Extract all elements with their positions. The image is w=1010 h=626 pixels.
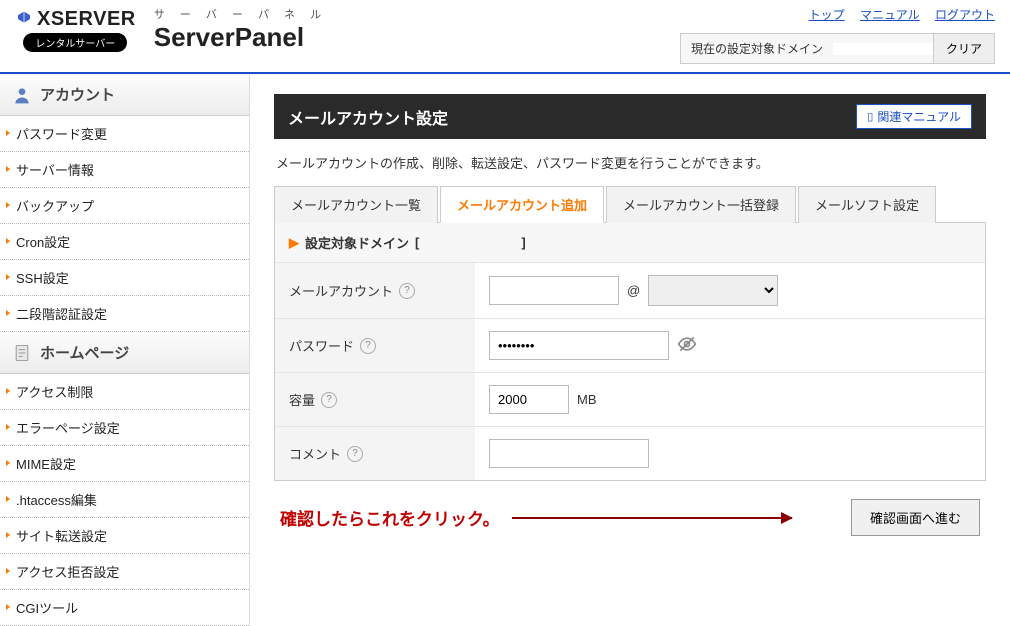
target-domain-row: ▶ 設定対象ドメイン [ ] — [275, 223, 985, 263]
clear-button[interactable]: クリア — [933, 34, 994, 63]
person-icon — [12, 85, 32, 105]
capacity-label: 容量 — [289, 390, 315, 409]
top-link-logout[interactable]: ログアウト — [935, 8, 995, 22]
sidebar-item-2fa[interactable]: 二段階認証設定 — [0, 296, 249, 331]
capacity-unit: MB — [577, 392, 597, 407]
domain-value — [833, 43, 933, 55]
panel-name: ServerPanel — [154, 22, 327, 53]
help-icon[interactable]: ? — [347, 446, 363, 462]
top-link-manual[interactable]: マニュアル — [860, 8, 920, 22]
manual-btn-label: 関連マニュアル — [877, 108, 961, 125]
target-domain-label: 設定対象ドメイン — [305, 233, 409, 252]
eye-off-icon[interactable] — [677, 334, 697, 357]
capacity-input[interactable] — [489, 385, 569, 414]
rental-badge: レンタルサーバー — [23, 33, 127, 52]
sidebar-item-access[interactable]: アクセス制限 — [0, 374, 249, 409]
help-icon[interactable]: ? — [321, 392, 337, 408]
at-symbol: @ — [627, 283, 640, 298]
comment-label: コメント — [289, 444, 341, 463]
xserver-logo: XSERVER レンタルサーバー — [15, 8, 136, 52]
top-links: トップ マニュアル ログアウト — [797, 6, 995, 23]
tab-account-list[interactable]: メールアカウント一覧 — [274, 186, 438, 223]
sidebar-item-backup[interactable]: バックアップ — [0, 188, 249, 223]
sidebar-item-errorpage[interactable]: エラーページ設定 — [0, 410, 249, 445]
comment-input[interactable] — [489, 439, 649, 468]
sidebar-item-cgi[interactable]: CGIツール — [0, 590, 249, 625]
document-icon — [12, 343, 32, 363]
page-description: メールアカウントの作成、削除、転送設定、パスワード変更を行うことができます。 — [276, 153, 984, 172]
arrow-icon — [512, 517, 792, 519]
target-domain-close-bracket: ] — [521, 235, 525, 250]
sidebar-item-redirect[interactable]: サイト転送設定 — [0, 518, 249, 553]
server-panel-title: サ ー バ ー パ ネ ル ServerPanel — [154, 6, 327, 53]
domain-select[interactable] — [648, 275, 778, 306]
tab-mailsoft[interactable]: メールソフト設定 — [798, 186, 936, 223]
page-title: メールアカウント設定 — [288, 105, 448, 129]
sidebar-title-account: アカウント — [40, 84, 115, 105]
sidebar-title-homepage: ホームページ — [40, 342, 129, 363]
mail-account-label: メールアカウント — [289, 281, 393, 300]
panel-kana: サ ー バ ー パ ネ ル — [154, 6, 327, 22]
password-input[interactable] — [489, 331, 669, 360]
square-icon: ▶ — [289, 235, 299, 251]
current-domain-bar: 現在の設定対象ドメイン クリア — [680, 33, 995, 64]
sidebar-item-deny[interactable]: アクセス拒否設定 — [0, 554, 249, 589]
top-link-top[interactable]: トップ — [809, 8, 845, 22]
sidebar-item-password[interactable]: パスワード変更 — [0, 116, 249, 151]
sidebar-header-account: アカウント — [0, 74, 249, 116]
brand-text: XSERVER — [37, 8, 136, 31]
domain-label: 現在の設定対象ドメイン — [681, 34, 833, 63]
confirm-button[interactable]: 確認画面へ進む — [851, 499, 980, 536]
sidebar-item-cron[interactable]: Cron設定 — [0, 224, 249, 259]
sidebar-item-serverinfo[interactable]: サーバー情報 — [0, 152, 249, 187]
related-manual-button[interactable]: 関連マニュアル — [856, 104, 972, 129]
xserver-icon — [15, 10, 33, 28]
help-icon[interactable]: ? — [399, 283, 415, 299]
sidebar-header-homepage: ホームページ — [0, 332, 249, 374]
tab-account-add[interactable]: メールアカウント追加 — [440, 186, 604, 223]
tab-account-bulk[interactable]: メールアカウント一括登録 — [606, 186, 796, 223]
mail-account-input[interactable] — [489, 276, 619, 305]
password-label: パスワード — [289, 336, 354, 355]
sidebar-item-mime[interactable]: MIME設定 — [0, 446, 249, 481]
target-domain-open-bracket: [ — [415, 235, 419, 250]
annotation-text: 確認したらこれをクリック。 — [280, 505, 792, 530]
sidebar-item-ssh[interactable]: SSH設定 — [0, 260, 249, 295]
help-icon[interactable]: ? — [360, 338, 376, 354]
sidebar-item-htaccess[interactable]: .htaccess編集 — [0, 482, 249, 517]
